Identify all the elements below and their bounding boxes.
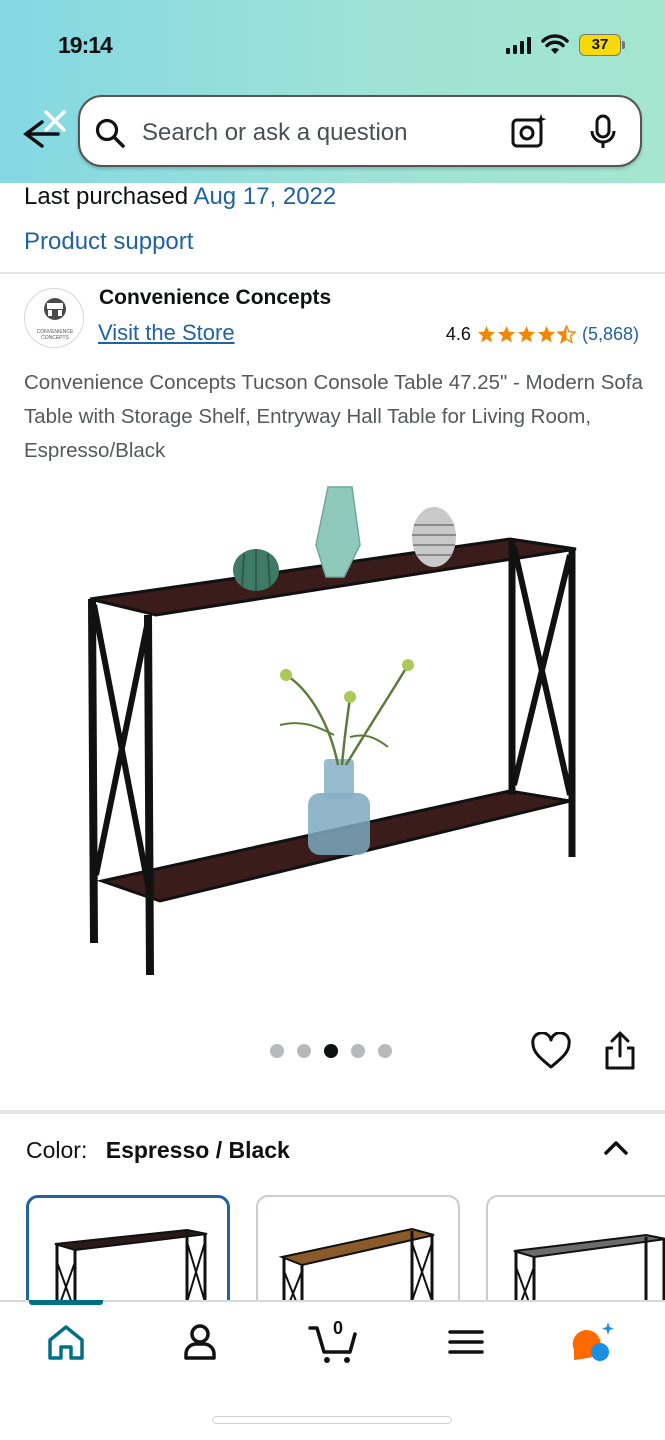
color-swatch-list [26,1195,665,1305]
carousel-dot[interactable] [270,1044,284,1058]
image-carousel-dots [270,1044,392,1058]
last-purchased: Last purchased Aug 17, 2022 [24,183,336,211]
cellular-signal-icon [506,36,531,54]
swatch-table-thumbnail [278,1227,435,1305]
color-value: Espresso / Black [105,1137,290,1163]
color-label: Color: [26,1137,88,1163]
last-purchased-label: Last purchased [24,183,189,210]
camera-lens-icon[interactable] [510,113,548,151]
brand-logo-icon: CONVENIENCE CONCEPTS [37,298,74,341]
star-icon [517,325,536,343]
product-image[interactable] [70,475,590,985]
status-icons: 37 [506,32,625,58]
carousel-dot-active[interactable] [324,1044,338,1058]
last-purchased-date[interactable]: Aug 17, 2022 [193,183,336,210]
rufus-ai-assistant-icon[interactable] [570,1318,618,1366]
color-swatch-espresso-black[interactable] [26,1195,230,1305]
header: 19:14 37 Search or ask a question [0,0,665,183]
star-icon [477,325,496,343]
search-input[interactable]: Search or ask a question [142,119,408,147]
swatch-table-thumbnail [54,1228,208,1305]
color-selector-header[interactable]: Color: Espresso / Black [26,1137,290,1164]
half-star-icon [556,325,576,344]
home-indicator [212,1416,452,1424]
home-icon[interactable] [42,1318,90,1366]
section-divider [0,1110,665,1114]
cart-count: 0 [332,1318,343,1338]
microphone-icon[interactable] [588,113,618,151]
active-tab-indicator [29,1300,103,1305]
color-swatch-gray[interactable] [486,1195,665,1305]
rating-summary[interactable]: 4.6 (5,868) [446,324,639,345]
rating-value: 4.6 [445,324,471,344]
color-swatch-rustic[interactable] [256,1195,460,1305]
heart-icon[interactable] [530,1032,572,1070]
rating-count[interactable]: (5,868) [582,324,639,345]
product-support-link[interactable]: Product support [24,228,193,256]
account-icon[interactable] [176,1318,224,1366]
star-icon [537,325,556,343]
search-bar[interactable]: Search or ask a question [78,95,642,167]
search-icon [95,118,125,148]
swatch-table-thumbnail [513,1233,665,1305]
svg-text:CONCEPTS: CONCEPTS [41,335,69,341]
carousel-dot[interactable] [297,1044,311,1058]
share-icon[interactable] [600,1030,640,1072]
divider [0,272,665,274]
carousel-dot[interactable] [351,1044,365,1058]
wifi-icon [541,34,569,54]
brand-logo[interactable]: CONVENIENCE CONCEPTS [24,288,84,348]
star-icon [497,325,516,343]
visit-store-link[interactable]: Visit the Store [98,320,235,346]
star-rating [477,325,576,344]
carousel-dot[interactable] [378,1044,392,1058]
brand-name: Convenience Concepts [99,286,332,309]
battery-icon: 37 [579,34,625,56]
chevron-up-icon[interactable] [602,1138,630,1156]
menu-icon[interactable] [442,1318,490,1366]
product-title: Convenience Concepts Tucson Console Tabl… [24,371,643,462]
back-close-icon[interactable] [18,110,70,154]
status-time: 19:14 [58,32,113,58]
